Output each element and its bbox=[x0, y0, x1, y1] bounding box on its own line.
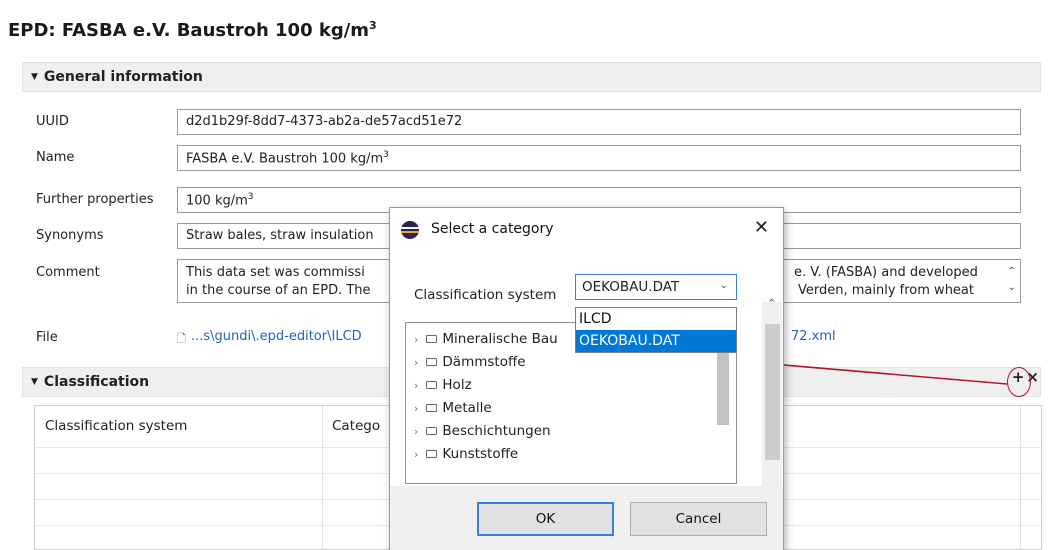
dialog-titlebar[interactable]: Select a category ✕ bbox=[390, 208, 783, 252]
chevron-right-icon: › bbox=[414, 402, 419, 415]
chevron-right-icon: › bbox=[414, 379, 419, 392]
chevron-right-icon: › bbox=[414, 425, 419, 438]
name-label: Name bbox=[36, 150, 75, 165]
file-link[interactable]: ...s\gundi\.epd-editor\ILCD bbox=[191, 329, 362, 344]
column-header-system[interactable]: Classification system bbox=[45, 418, 187, 434]
dialog-title: Select a category bbox=[431, 221, 554, 237]
chevron-right-icon: › bbox=[414, 333, 419, 346]
folder-icon bbox=[426, 404, 438, 412]
chevron-down-icon: ▼ bbox=[31, 377, 38, 387]
option-oekobau[interactable]: OEKOBAU.DAT bbox=[576, 330, 736, 352]
file-label: File bbox=[36, 330, 58, 345]
tree-scrollbar-thumb[interactable] bbox=[717, 343, 729, 425]
page-title: EPD: FASBA e.V. Baustroh 100 kg/m3 bbox=[8, 19, 377, 41]
annotation-circle bbox=[1007, 367, 1031, 397]
column-divider bbox=[322, 406, 323, 549]
tree-item[interactable]: › Kunststoffe bbox=[414, 446, 518, 462]
dialog-footer: OK Cancel bbox=[390, 486, 783, 550]
tree-item[interactable]: › Beschichtungen bbox=[414, 423, 551, 439]
folder-icon bbox=[426, 450, 438, 458]
file-icon: 🗋 bbox=[177, 332, 186, 345]
tree-item[interactable]: › Dämmstoffe bbox=[414, 354, 526, 370]
chevron-up-icon[interactable]: ⌃ bbox=[1008, 264, 1016, 280]
select-category-dialog[interactable]: Select a category ✕ Classification syste… bbox=[389, 207, 784, 550]
column-header-category[interactable]: Catego bbox=[332, 418, 380, 434]
uuid-label: UUID bbox=[36, 114, 69, 129]
ok-button[interactable]: OK bbox=[477, 502, 614, 536]
classification-system-label: Classification system bbox=[414, 287, 557, 303]
classification-system-dropdown[interactable]: ILCD OEKOBAU.DAT bbox=[575, 307, 737, 353]
file-link-tail[interactable]: 72.xml bbox=[791, 329, 836, 344]
chevron-down-icon: ▼ bbox=[31, 72, 38, 82]
chevron-down-icon[interactable]: ⌄ bbox=[1008, 280, 1016, 296]
classification-system-select[interactable]: OEKOBAU.DAT ⌄ bbox=[575, 274, 737, 300]
tree-item[interactable]: › Holz bbox=[414, 377, 472, 393]
option-ilcd[interactable]: ILCD bbox=[576, 308, 736, 330]
comment-label: Comment bbox=[36, 265, 100, 280]
folder-icon bbox=[426, 427, 438, 435]
cancel-button[interactable]: Cancel bbox=[630, 502, 767, 536]
name-field[interactable]: FASBA e.V. Baustroh 100 kg/m3 bbox=[177, 145, 1021, 171]
tree-item[interactable]: › Metalle bbox=[414, 400, 492, 416]
folder-icon bbox=[426, 358, 438, 366]
synonyms-label: Synonyms bbox=[36, 228, 104, 243]
eclipse-logo-icon bbox=[401, 221, 419, 239]
chevron-down-icon[interactable]: ⌄ bbox=[720, 280, 728, 291]
column-divider bbox=[1020, 406, 1021, 549]
chevron-up-icon[interactable]: ⌃ bbox=[767, 297, 776, 310]
further-properties-label: Further properties bbox=[36, 192, 154, 207]
chevron-right-icon: › bbox=[414, 356, 419, 369]
chevron-right-icon: › bbox=[414, 448, 419, 461]
folder-icon bbox=[426, 381, 438, 389]
comment-scrollbar[interactable]: ⌃ ⌄ bbox=[1008, 264, 1016, 296]
close-icon[interactable]: ✕ bbox=[754, 217, 769, 238]
uuid-field[interactable]: d2d1b29f-8dd7-4373-ab2a-de57acd51e72 bbox=[177, 109, 1021, 135]
scrollbar-thumb[interactable] bbox=[765, 324, 780, 460]
dialog-body: Classification system OEKOBAU.DAT ⌄ › Min… bbox=[390, 252, 783, 524]
general-information-header[interactable]: ▼ General information bbox=[22, 62, 1041, 92]
folder-icon bbox=[426, 335, 438, 343]
tree-item[interactable]: › Mineralische Bau bbox=[414, 331, 558, 347]
